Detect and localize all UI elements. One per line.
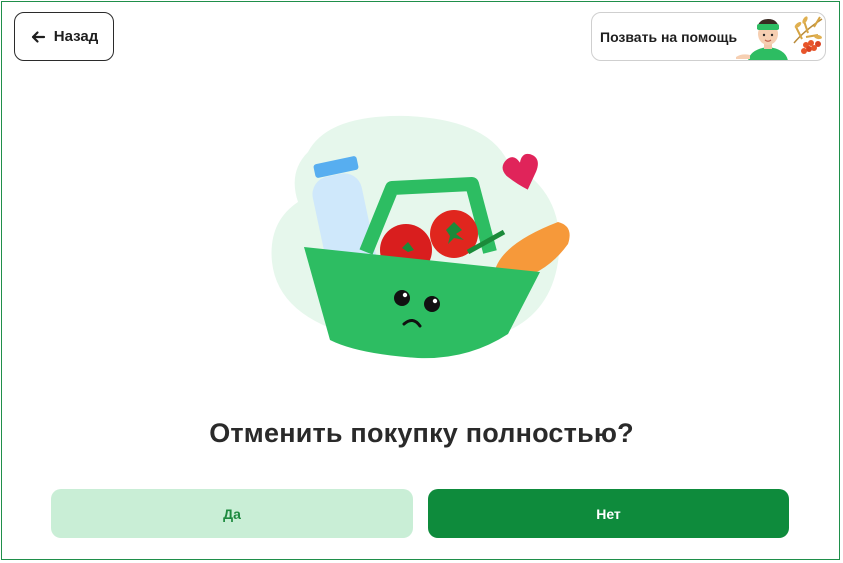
back-button-label: Назад [53, 28, 99, 45]
page-title: Отменить покупку полностью? [209, 418, 634, 448]
confirm-no-button[interactable]: Нет [428, 489, 789, 538]
assistant-avatar-icon [736, 16, 823, 60]
confirm-yes-button[interactable]: Да [51, 489, 413, 538]
sad-grocery-basket-illustration [271, 115, 570, 359]
arrow-left-icon [30, 29, 46, 45]
back-button[interactable]: Назад [14, 12, 114, 61]
call-help-label: Позвать на помощь [600, 29, 738, 45]
call-help-button[interactable]: Позвать на помощь [591, 12, 826, 61]
